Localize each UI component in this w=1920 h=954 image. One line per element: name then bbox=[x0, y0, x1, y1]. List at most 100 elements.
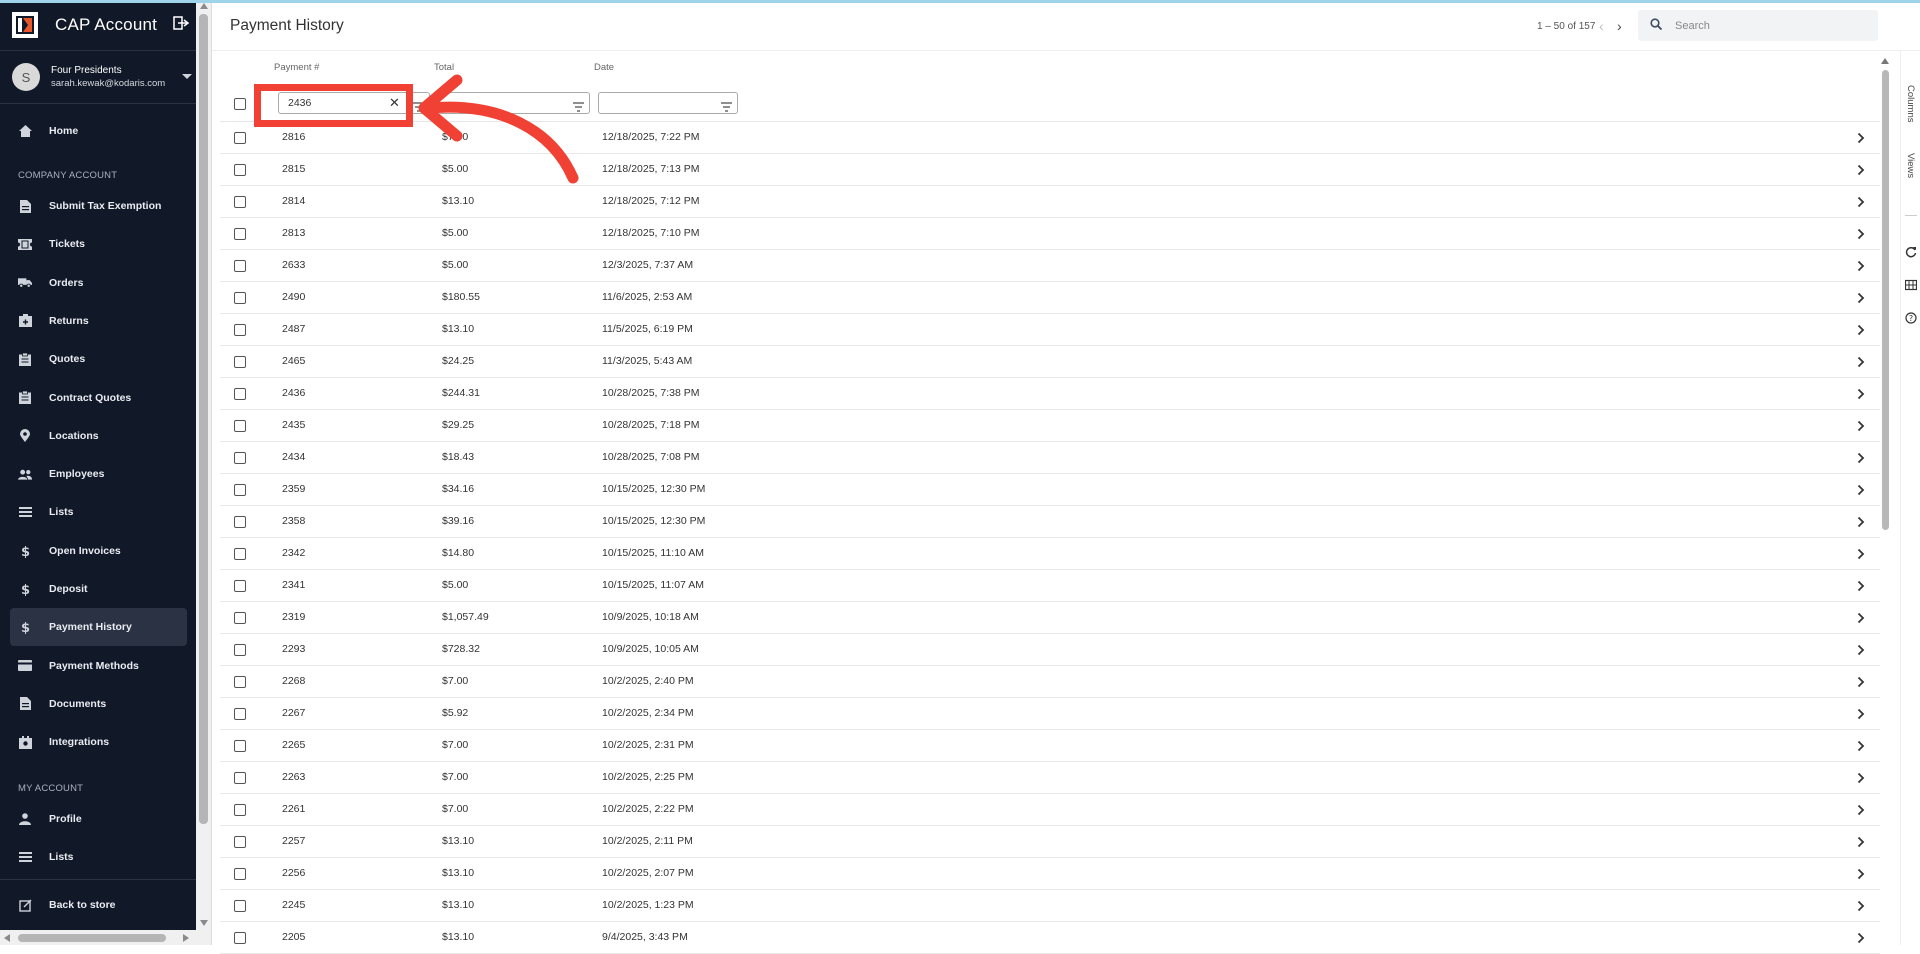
date-filter[interactable] bbox=[598, 92, 738, 114]
sidebar-item-deposit[interactable]: $ Deposit bbox=[10, 570, 187, 608]
sidebar-scrollbar[interactable] bbox=[196, 0, 212, 945]
table-row[interactable]: 2205 $13.10 9/4/2025, 3:43 PM bbox=[220, 922, 1880, 954]
chevron-right-icon[interactable] bbox=[1857, 643, 1865, 656]
table-row[interactable]: 2490 $180.55 11/6/2025, 2:53 AM bbox=[220, 282, 1880, 314]
grid-table-icon[interactable] bbox=[1904, 278, 1918, 291]
row-checkbox[interactable] bbox=[234, 644, 246, 656]
chevron-right-icon[interactable] bbox=[1857, 323, 1865, 336]
chevron-right-icon[interactable] bbox=[1857, 579, 1865, 592]
chevron-right-icon[interactable] bbox=[1857, 355, 1865, 368]
chevron-right-icon[interactable] bbox=[1857, 451, 1865, 464]
row-checkbox[interactable] bbox=[234, 356, 246, 368]
table-row[interactable]: 2267 $5.92 10/2/2025, 2:34 PM bbox=[220, 698, 1880, 730]
row-checkbox[interactable] bbox=[234, 612, 246, 624]
row-checkbox[interactable] bbox=[234, 836, 246, 848]
chevron-right-icon[interactable] bbox=[1857, 835, 1865, 848]
scroll-up-icon[interactable] bbox=[1881, 58, 1889, 64]
chevron-right-icon[interactable] bbox=[1857, 131, 1865, 144]
row-checkbox[interactable] bbox=[234, 868, 246, 880]
chevron-right-icon[interactable] bbox=[1857, 803, 1865, 816]
table-row[interactable]: 2358 $39.16 10/15/2025, 12:30 PM bbox=[220, 506, 1880, 538]
chevron-right-icon[interactable] bbox=[1857, 867, 1865, 880]
scroll-up-icon[interactable] bbox=[200, 3, 208, 9]
sidebar-item-orders[interactable]: Orders bbox=[10, 264, 187, 302]
scroll-right-icon[interactable] bbox=[183, 934, 189, 942]
table-row[interactable]: 2814 $13.10 12/18/2025, 7:12 PM bbox=[220, 186, 1880, 218]
kodaris-logo-icon[interactable] bbox=[12, 12, 38, 38]
sidebar-item-locations[interactable]: Locations bbox=[10, 417, 187, 455]
chevron-right-icon[interactable] bbox=[1857, 227, 1865, 240]
help-icon[interactable]: ? bbox=[1905, 311, 1917, 324]
sidebar-item-contract-quotes[interactable]: Contract Quotes bbox=[10, 379, 187, 417]
chevron-right-icon[interactable] bbox=[1857, 483, 1865, 496]
table-row[interactable]: 2436 $244.31 10/28/2025, 7:38 PM bbox=[220, 378, 1880, 410]
row-checkbox[interactable] bbox=[234, 260, 246, 272]
select-all-checkbox[interactable] bbox=[234, 98, 246, 110]
sidebar-horizontal-scrollbar[interactable] bbox=[0, 930, 196, 945]
chevron-right-icon[interactable] bbox=[1857, 387, 1865, 400]
row-checkbox[interactable] bbox=[234, 228, 246, 240]
chevron-right-icon[interactable] bbox=[1857, 931, 1865, 944]
previous-page-icon[interactable]: ‹ bbox=[1599, 18, 1604, 34]
chevron-right-icon[interactable] bbox=[1857, 291, 1865, 304]
refresh-icon[interactable] bbox=[1905, 245, 1917, 258]
chevron-right-icon[interactable] bbox=[1857, 771, 1865, 784]
row-checkbox[interactable] bbox=[234, 452, 246, 464]
row-checkbox[interactable] bbox=[234, 900, 246, 912]
sidebar-item-lists[interactable]: Lists bbox=[10, 838, 187, 876]
table-row[interactable]: 2435 $29.25 10/28/2025, 7:18 PM bbox=[220, 410, 1880, 442]
row-checkbox[interactable] bbox=[234, 388, 246, 400]
table-scrollbar[interactable] bbox=[1880, 58, 1890, 945]
column-header-date[interactable]: Date bbox=[594, 62, 614, 73]
row-checkbox[interactable] bbox=[234, 772, 246, 784]
row-checkbox[interactable] bbox=[234, 676, 246, 688]
sidebar-item-open-invoices[interactable]: $ Open Invoices bbox=[10, 532, 187, 570]
sidebar-item-profile[interactable]: Profile bbox=[10, 800, 187, 838]
chevron-right-icon[interactable] bbox=[1857, 195, 1865, 208]
sidebar-item-submit-tax-exemption[interactable]: Submit Tax Exemption bbox=[10, 187, 187, 225]
row-checkbox[interactable] bbox=[234, 132, 246, 144]
columns-panel-tab[interactable]: Columns bbox=[1905, 85, 1916, 123]
sidebar-item-returns[interactable]: Returns bbox=[10, 302, 187, 340]
table-row[interactable]: 2341 $5.00 10/15/2025, 11:07 AM bbox=[220, 570, 1880, 602]
row-checkbox[interactable] bbox=[234, 292, 246, 304]
table-row[interactable]: 2633 $5.00 12/3/2025, 7:37 AM bbox=[220, 250, 1880, 282]
table-row[interactable]: 2256 $13.10 10/2/2025, 2:07 PM bbox=[220, 858, 1880, 890]
row-checkbox[interactable] bbox=[234, 196, 246, 208]
chevron-right-icon[interactable] bbox=[1857, 419, 1865, 432]
chevron-right-icon[interactable] bbox=[1857, 899, 1865, 912]
row-checkbox[interactable] bbox=[234, 804, 246, 816]
chevron-right-icon[interactable] bbox=[1857, 547, 1865, 560]
sidebar-item-payment-history[interactable]: $ Payment History bbox=[10, 608, 187, 647]
table-row[interactable]: 2342 $14.80 10/15/2025, 11:10 AM bbox=[220, 538, 1880, 570]
logout-icon[interactable] bbox=[173, 15, 190, 35]
scrollbar-thumb[interactable] bbox=[199, 14, 208, 824]
table-row[interactable]: 2245 $13.10 10/2/2025, 1:23 PM bbox=[220, 890, 1880, 922]
table-row[interactable]: 2268 $7.00 10/2/2025, 2:40 PM bbox=[220, 666, 1880, 698]
back-to-store-link[interactable]: Back to store bbox=[10, 886, 187, 924]
chevron-right-icon[interactable] bbox=[1857, 675, 1865, 688]
chevron-down-icon[interactable] bbox=[182, 74, 192, 79]
sidebar-item-home[interactable]: Home bbox=[10, 112, 187, 150]
table-row[interactable]: 2265 $7.00 10/2/2025, 2:31 PM bbox=[220, 730, 1880, 762]
table-row[interactable]: 2434 $18.43 10/28/2025, 7:08 PM bbox=[220, 442, 1880, 474]
table-row[interactable]: 2359 $34.16 10/15/2025, 12:30 PM bbox=[220, 474, 1880, 506]
row-checkbox[interactable] bbox=[234, 164, 246, 176]
sidebar-item-quotes[interactable]: Quotes bbox=[10, 340, 187, 378]
scrollbar-thumb[interactable] bbox=[1882, 70, 1889, 530]
row-checkbox[interactable] bbox=[234, 580, 246, 592]
views-panel-tab[interactable]: Views bbox=[1905, 153, 1916, 178]
table-row[interactable]: 2293 $728.32 10/9/2025, 10:05 AM bbox=[220, 634, 1880, 666]
chevron-right-icon[interactable] bbox=[1857, 707, 1865, 720]
row-checkbox[interactable] bbox=[234, 420, 246, 432]
table-row[interactable]: 2261 $7.00 10/2/2025, 2:22 PM bbox=[220, 794, 1880, 826]
row-checkbox[interactable] bbox=[234, 932, 246, 944]
search-box[interactable] bbox=[1638, 10, 1878, 41]
chevron-right-icon[interactable] bbox=[1857, 515, 1865, 528]
table-row[interactable]: 2813 $5.00 12/18/2025, 7:10 PM bbox=[220, 218, 1880, 250]
sidebar-item-documents[interactable]: Documents bbox=[10, 685, 187, 723]
scroll-down-icon[interactable] bbox=[200, 920, 208, 926]
column-header-payment-number[interactable]: Payment # bbox=[274, 62, 319, 73]
sidebar-item-payment-methods[interactable]: Payment Methods bbox=[10, 647, 187, 685]
sidebar-item-integrations[interactable]: Integrations bbox=[10, 723, 187, 761]
